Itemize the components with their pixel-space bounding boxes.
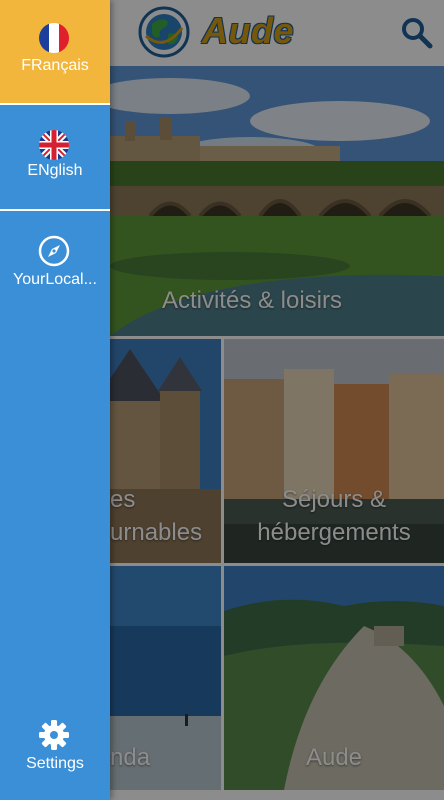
drawer-item-english[interactable]: ENglish [0,105,110,209]
navigation-drawer: FRançais ENglish YourLocal... Settings [0,0,110,800]
gear-icon [39,720,69,750]
drawer-item-label: Settings [26,755,84,772]
drawer-item-yourlocal[interactable]: YourLocal... [0,211,110,311]
compass-icon [38,235,70,267]
drawer-item-settings[interactable]: Settings [0,715,110,785]
drawer-item-label: FRançais [21,57,89,74]
france-flag-icon [39,23,69,53]
drawer-item-label: ENglish [27,162,83,179]
drawer-item-francais[interactable]: FRançais [0,0,110,103]
uk-flag-icon [39,130,69,160]
drawer-item-label: YourLocal... [13,271,97,288]
